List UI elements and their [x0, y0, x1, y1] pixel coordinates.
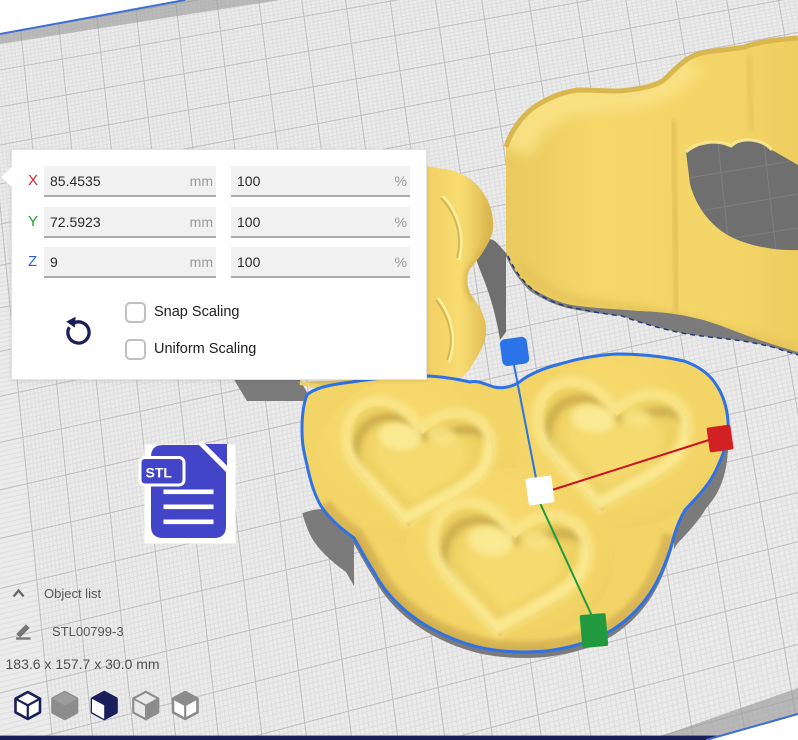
- svg-text:STL: STL: [146, 465, 173, 481]
